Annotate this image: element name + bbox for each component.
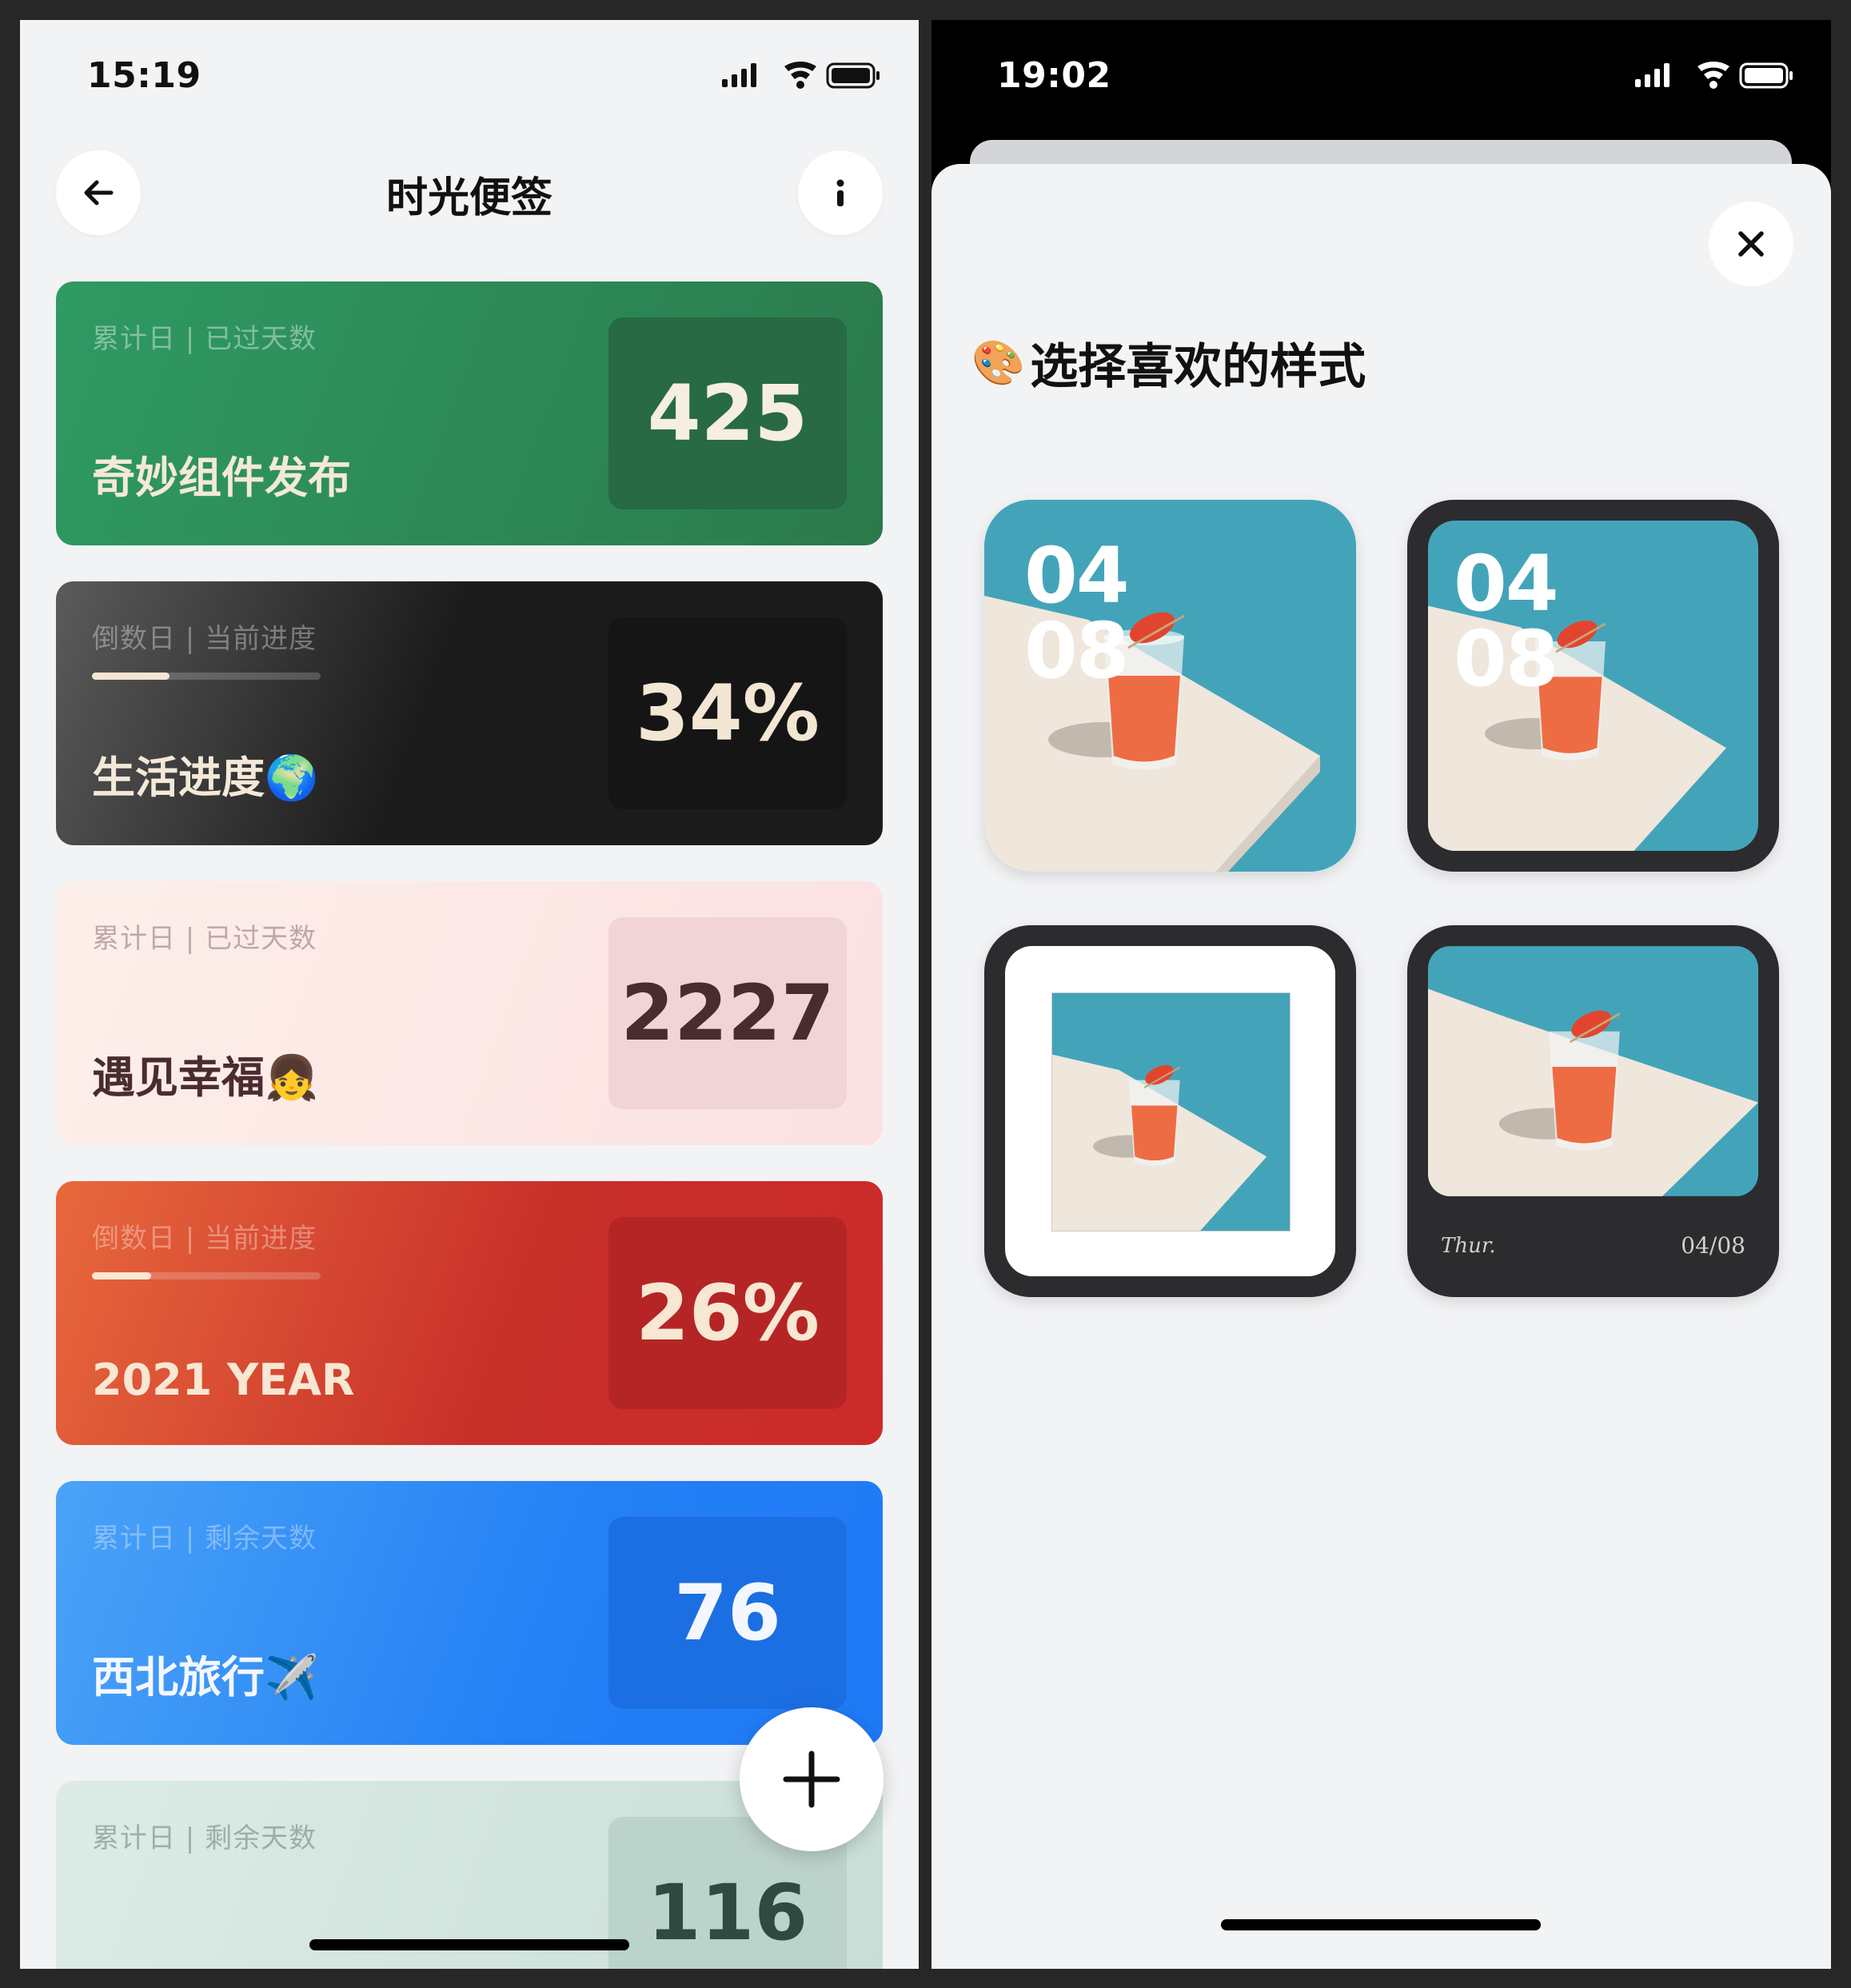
style-option-fullbleed[interactable]: 04 08 bbox=[984, 500, 1356, 872]
airplane-emoji-icon: ✈️ bbox=[265, 1652, 319, 1703]
plus-icon bbox=[783, 1750, 840, 1808]
date-number: 04 08 bbox=[1024, 531, 1130, 696]
card-meta: 累计日 | 已过天数 bbox=[92, 323, 317, 355]
home-indicator bbox=[309, 1939, 629, 1950]
signal-icon bbox=[722, 63, 756, 87]
card-item[interactable]: 倒数日 | 当前进度 生活进度🌍 34% bbox=[56, 581, 883, 845]
card-item[interactable]: 累计日 | 已过天数 奇妙组件发布 425 bbox=[56, 281, 883, 545]
wifi-icon bbox=[1697, 62, 1729, 89]
date-number: 04 08 bbox=[1454, 539, 1559, 704]
caption-date: 04/08 bbox=[1681, 1232, 1745, 1259]
photo-drink-illustration bbox=[1052, 993, 1290, 1231]
card-title: 奇妙组件发布 bbox=[92, 453, 351, 503]
style-picker-sheet: 🎨 选择喜欢的样式 04 08 04 08 Thur. 04/08 bbox=[931, 164, 1831, 1969]
sheet-title: 🎨 选择喜欢的样式 bbox=[971, 337, 1366, 396]
page-title: 时光便签 bbox=[385, 174, 553, 222]
card-title: 西北旅行✈️ bbox=[92, 1652, 319, 1703]
battery-icon bbox=[826, 62, 880, 89]
card-meta: 倒数日 | 当前进度 bbox=[92, 623, 317, 655]
add-button[interactable] bbox=[740, 1707, 884, 1851]
card-value: 425 bbox=[608, 317, 847, 509]
status-bar: 15:19 bbox=[20, 20, 919, 132]
card-meta: 累计日 | 剩余天数 bbox=[92, 1822, 317, 1854]
more-vertical-icon bbox=[836, 179, 844, 206]
girl-emoji-icon: 👧 bbox=[265, 1052, 319, 1103]
style-option-framed-dark[interactable]: 04 08 bbox=[1407, 500, 1779, 872]
style-option-polaroid-dark[interactable]: Thur. 04/08 bbox=[1407, 925, 1779, 1297]
status-time: 19:02 bbox=[997, 55, 1111, 96]
caption-day: Thur. bbox=[1441, 1234, 1496, 1258]
status-time: 15:19 bbox=[87, 55, 201, 96]
status-icons bbox=[722, 62, 880, 89]
progress-bar bbox=[92, 673, 321, 680]
status-bar: 19:02 bbox=[931, 20, 1831, 132]
progress-fill bbox=[92, 1272, 152, 1279]
card-item[interactable]: 累计日 | 已过天数 遇见幸福👧 2227 bbox=[56, 881, 883, 1145]
card-value: 26% bbox=[608, 1217, 847, 1409]
photo-drink-illustration bbox=[1428, 946, 1758, 1196]
card-value: 2227 bbox=[608, 917, 847, 1109]
card-item[interactable]: 倒数日 | 当前进度 2021 YEAR 26% bbox=[56, 1181, 883, 1445]
progress-bar bbox=[92, 1272, 321, 1279]
close-icon bbox=[1738, 231, 1764, 257]
card-title: 遇见幸福👧 bbox=[92, 1052, 319, 1103]
more-button[interactable] bbox=[798, 150, 883, 235]
card-meta: 累计日 | 已过天数 bbox=[92, 923, 317, 955]
card-value: 76 bbox=[608, 1517, 847, 1709]
left-phone-screen: 15:19 时光便签 累计日 | 已过天数 奇妙组件发布 425 倒数日 | 当… bbox=[20, 20, 919, 1969]
globe-emoji-icon: 🌍 bbox=[265, 752, 319, 803]
card-value: 34% bbox=[608, 617, 847, 809]
close-button[interactable] bbox=[1709, 202, 1793, 286]
card-meta: 累计日 | 剩余天数 bbox=[92, 1523, 317, 1555]
battery-icon bbox=[1739, 62, 1793, 89]
card-title: 生活进度🌍 bbox=[92, 752, 319, 803]
style-option-mat-white[interactable] bbox=[984, 925, 1356, 1297]
card-meta: 倒数日 | 当前进度 bbox=[92, 1223, 317, 1255]
palette-emoji-icon: 🎨 bbox=[971, 337, 1026, 388]
progress-fill bbox=[92, 673, 170, 680]
signal-icon bbox=[1635, 63, 1669, 87]
home-indicator bbox=[1221, 1919, 1541, 1930]
card-title: 2021 YEAR bbox=[92, 1355, 355, 1405]
card-item[interactable]: 累计日 | 剩余天数 西北旅行✈️ 76 bbox=[56, 1481, 883, 1745]
right-phone-screen: 19:02 🎨 选择喜欢的样式 04 08 04 08 Thur. 04/08 bbox=[931, 20, 1831, 1969]
status-icons bbox=[1635, 62, 1793, 89]
wifi-icon bbox=[784, 62, 816, 89]
